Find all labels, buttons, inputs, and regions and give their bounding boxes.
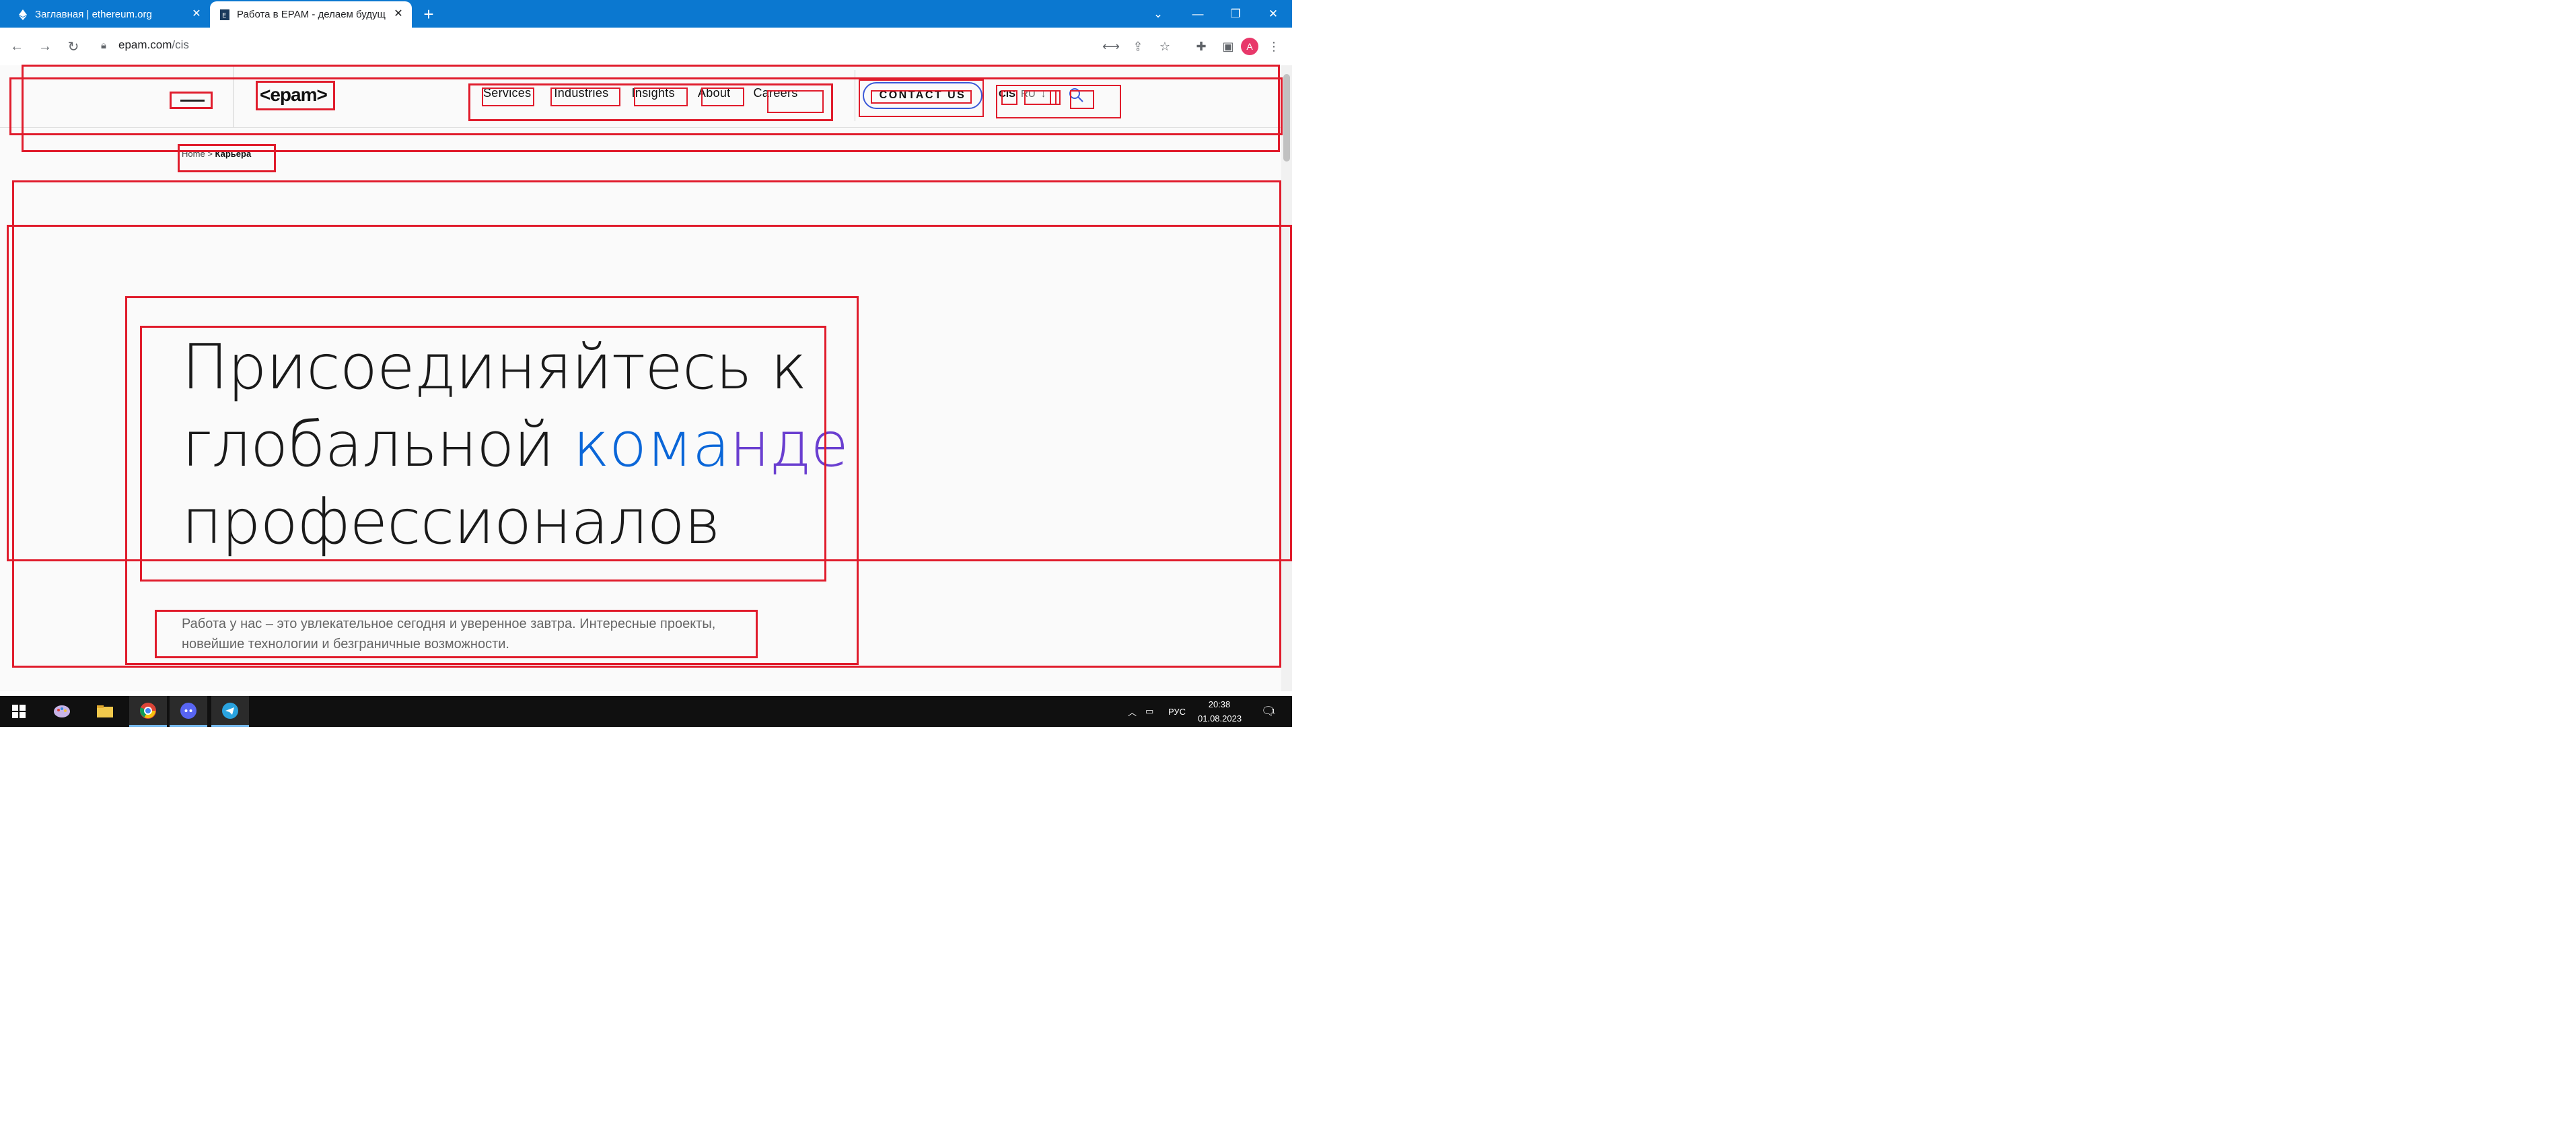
language-label: RU [1021,88,1036,100]
nav-services[interactable]: Services [483,86,531,100]
address-bar[interactable] [90,33,1100,60]
side-panel-icon[interactable]: ▣ [1218,36,1238,57]
header-divider [233,65,234,127]
contact-us-button[interactable]: CONTACT US [863,82,982,109]
windows-start-icon[interactable] [0,696,38,727]
forward-icon[interactable]: → [35,36,55,57]
breadcrumb-home[interactable]: Home [182,149,205,159]
nav-industries[interactable]: Industries [554,86,608,100]
hero-line: глобальной команде [182,406,849,483]
input-language[interactable]: РУС [1168,696,1186,727]
epam-logo[interactable]: <epam> [260,84,328,106]
tab-ethereum[interactable]: Заглавная | ethereum.org ✕ [8,1,210,28]
hero-lead: Работа у нас – это увлекательное сегодня… [182,617,716,652]
bookmark-star-icon[interactable]: ☆ [1155,36,1175,57]
url-host: epam.com [118,38,172,51]
profile-avatar[interactable]: A [1241,38,1258,55]
hamburger-menu-icon[interactable] [180,100,205,102]
new-tab-button[interactable]: + [419,4,439,24]
notifications-icon[interactable]: 🗨︎ 1 [1261,696,1276,727]
extensions-icon[interactable]: ✚ [1191,36,1211,57]
tab-search-icon[interactable]: ⌄ [1143,0,1174,28]
nav-careers[interactable]: Careers [753,86,797,100]
close-icon[interactable]: ✕ [190,7,203,21]
restore-button[interactable]: ❐ [1220,0,1251,28]
hero-line: Присоединяйтесь к [182,331,808,403]
region-language-selector[interactable]: CIS RU ↓ [999,88,1046,100]
clock[interactable]: 20:38 01.08.2023 [1198,697,1242,726]
nav-about[interactable]: About [698,86,731,100]
back-icon[interactable]: ← [7,36,27,57]
svg-text:E: E [222,12,226,20]
share-icon[interactable]: ⇪ [1128,36,1148,57]
telegram-taskbar-icon[interactable] [211,696,249,727]
region-label: CIS [999,88,1016,100]
ethereum-icon [17,9,28,20]
breadcrumb-current: Карьера [215,149,252,159]
search-icon[interactable] [1069,87,1083,102]
kebab-menu-icon[interactable]: ⋮ [1264,36,1284,57]
minimize-button[interactable]: — [1182,0,1213,28]
tab-epam[interactable]: E Работа в EPAM - делаем будущ ✕ [210,1,412,28]
chrome-taskbar-icon[interactable] [129,696,167,727]
url-path: /cis [172,38,189,51]
close-window-button[interactable]: ✕ [1258,0,1289,28]
discord-taskbar-icon[interactable] [170,696,207,727]
breadcrumb-separator: > [207,149,213,159]
tab-title: Работа в EPAM - делаем будущ [237,9,386,20]
notification-count: 1 [1271,707,1276,715]
hero-accent-word-part: кома [573,409,730,481]
hero-line: профессионалов [182,486,721,558]
epam-favicon-icon: E [219,9,230,20]
reload-icon[interactable]: ↻ [63,36,83,57]
hero-accent-word-part: нде [729,409,849,481]
hero-heading: Присоединяйтесь к глобальной команде про… [182,328,849,561]
close-icon[interactable]: ✕ [392,7,405,21]
scrollbar-thumb[interactable] [1283,74,1290,162]
breadcrumb: Home > Карьера [182,149,251,159]
clock-date: 01.08.2023 [1198,713,1242,724]
clock-time: 20:38 [1208,699,1231,709]
file-explorer-icon[interactable] [86,696,124,727]
language-arrow-icon: ↓ [1040,88,1046,100]
show-hidden-icons[interactable]: ︿ [1128,696,1137,727]
translate-icon[interactable]: ⟷ [1101,36,1121,57]
hero-line-plain: глобальной [182,409,573,481]
paint-app-icon[interactable] [43,696,81,727]
lock-icon[interactable]: 🔒︎ [101,40,106,51]
url-text[interactable]: epam.com/cis [118,38,189,52]
tab-title: Заглавная | ethereum.org [35,9,152,20]
battery-icon[interactable]: ▭ [1145,696,1153,727]
screen: Заглавная | ethereum.org ✕ E Работа в EP… [0,0,1292,727]
main-nav: Services Industries Insights About Caree… [483,86,821,100]
nav-insights[interactable]: Insights [631,86,674,100]
